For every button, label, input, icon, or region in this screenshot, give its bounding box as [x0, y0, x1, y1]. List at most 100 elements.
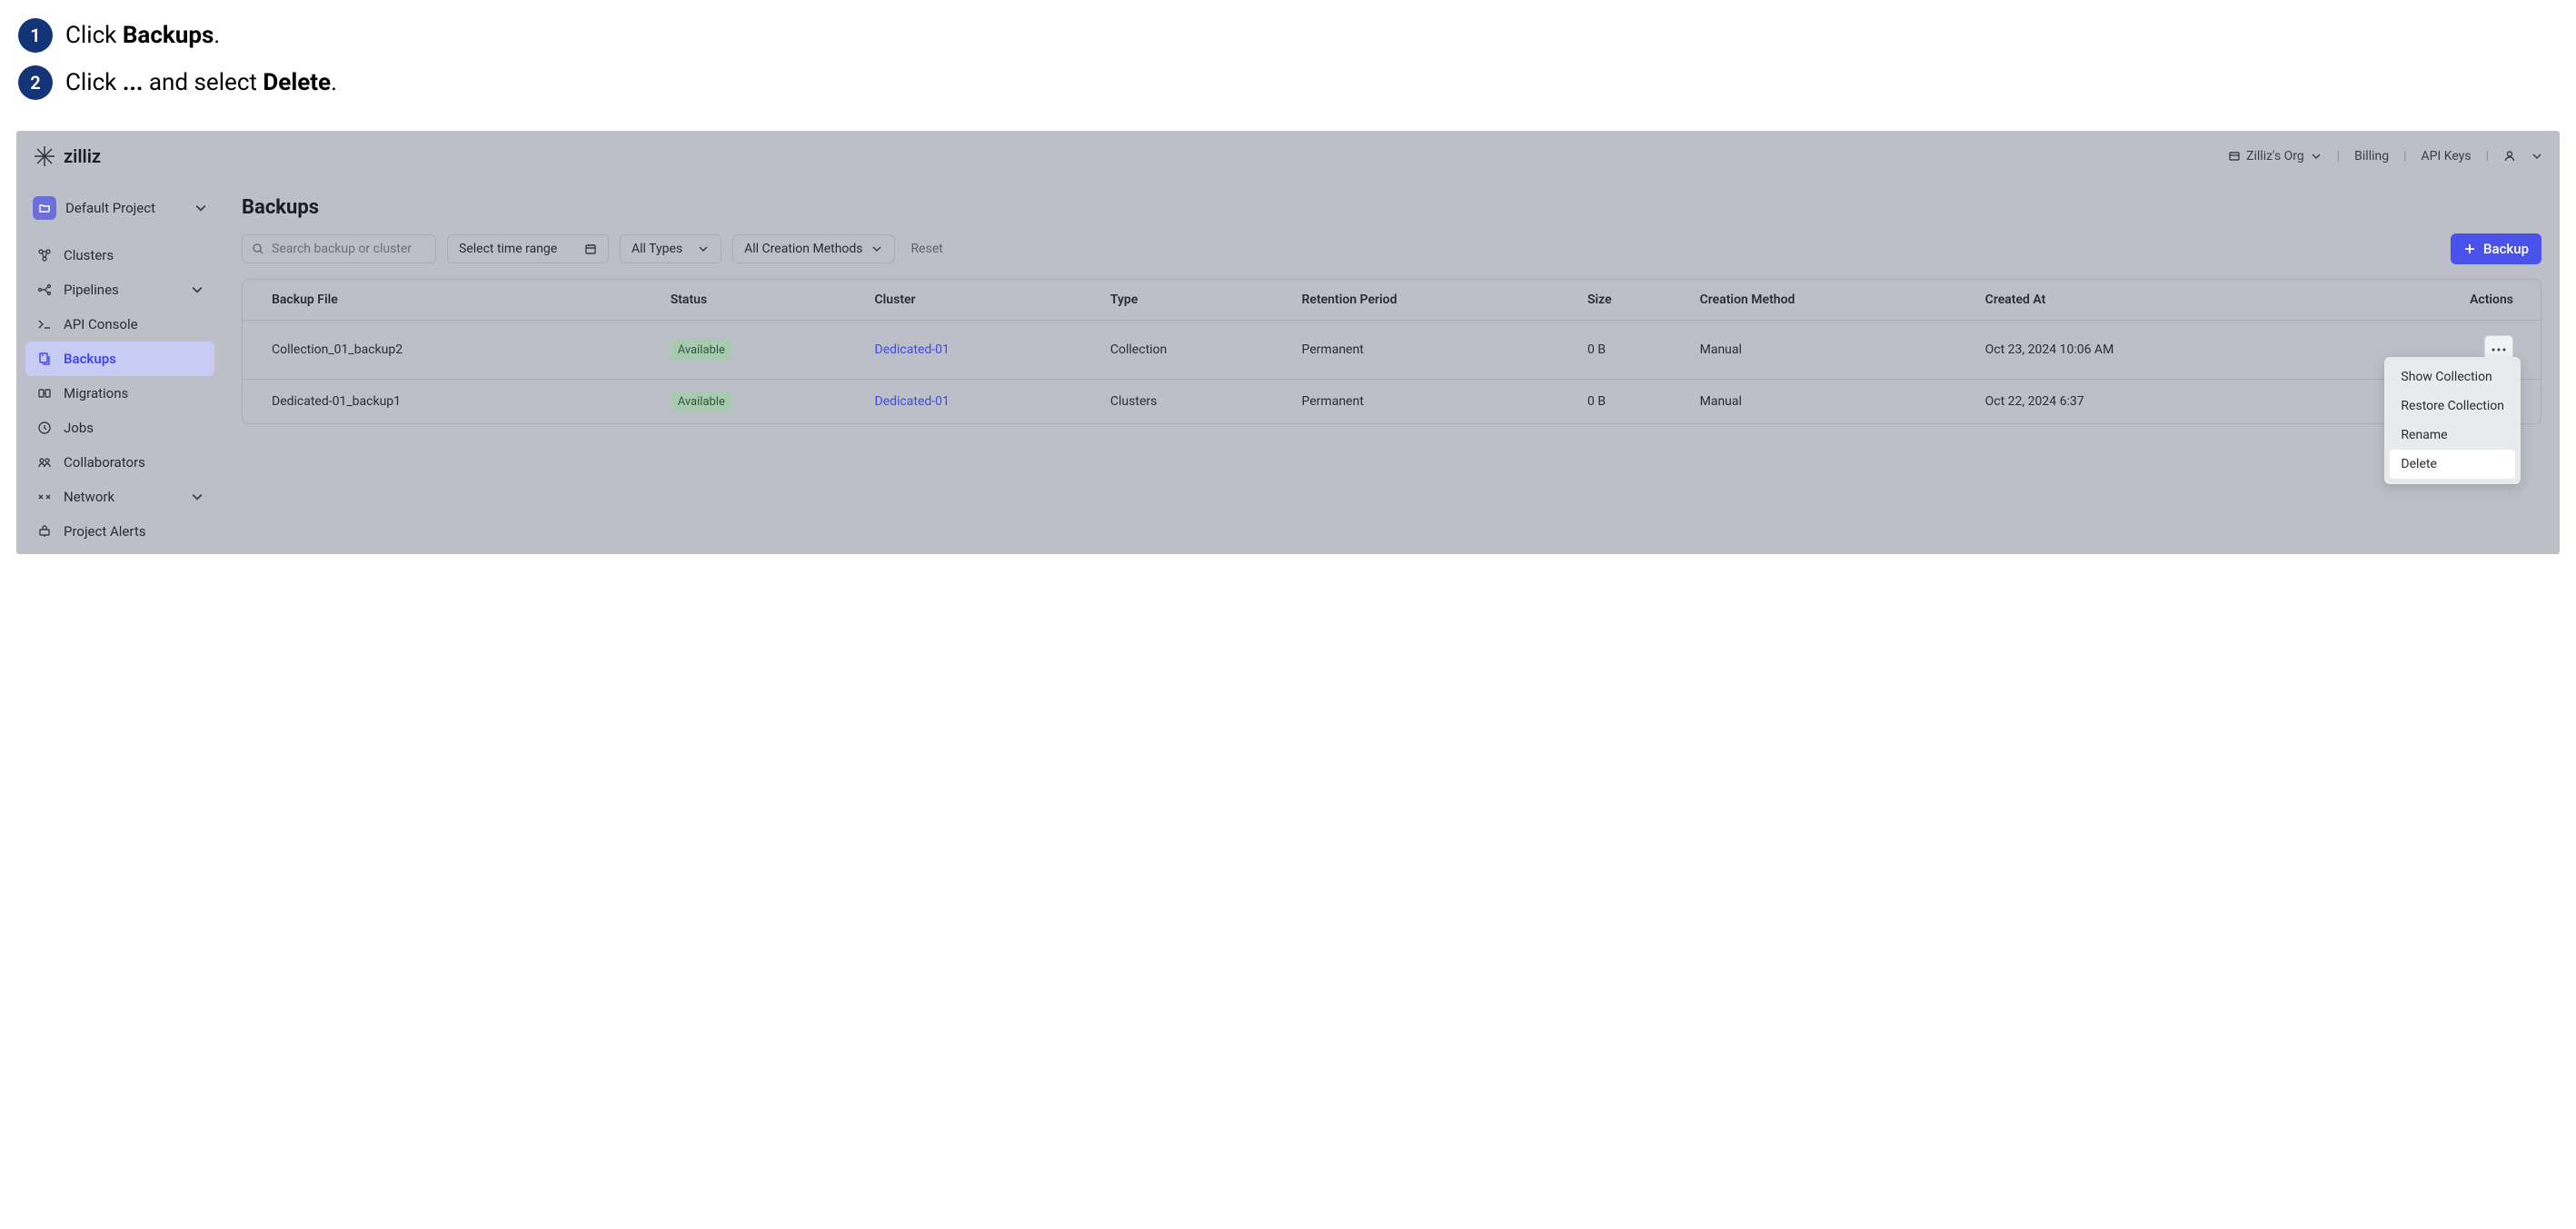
- cluster-link[interactable]: Dedicated-01: [875, 342, 950, 357]
- backups-table: Backup File Status Cluster Type Retentio…: [243, 280, 2541, 423]
- table-row: Collection_01_backup2 Available Dedicate…: [243, 321, 2541, 380]
- page-title: Backups: [242, 196, 2541, 219]
- instruction-step-2: 2 Click ... and select Delete.: [18, 65, 2558, 100]
- backups-icon: [36, 351, 53, 367]
- reset-button[interactable]: Reset: [906, 242, 949, 256]
- sidebar-item-project-alerts[interactable]: Project Alerts: [25, 514, 214, 549]
- collaborators-icon: [36, 454, 53, 471]
- topbar-right: Zilliz's Org | Billing | API Keys |: [2228, 149, 2543, 164]
- col-actions: Actions: [2342, 280, 2541, 321]
- sidebar-item-pipelines[interactable]: Pipelines: [25, 273, 214, 307]
- terminal-icon: [36, 316, 53, 332]
- cell-size: 0 B: [1576, 380, 1689, 424]
- ins2-d: Delete: [263, 69, 331, 96]
- types-dropdown[interactable]: All Types: [620, 234, 721, 263]
- sidebar-item-label: Migrations: [64, 385, 128, 401]
- plus-icon: [2463, 243, 2476, 255]
- sidebar-item-label: Pipelines: [64, 282, 119, 298]
- jobs-icon: [36, 420, 53, 436]
- instructions: 1 Click Backups. 2 Click ... and select …: [0, 0, 2576, 131]
- sidebar: Default Project Clusters Pipelines API C…: [16, 182, 224, 554]
- sidebar-item-collaborators[interactable]: Collaborators: [25, 445, 214, 480]
- ins1-a: Click: [65, 22, 123, 49]
- api-keys-link[interactable]: API Keys: [2422, 149, 2472, 164]
- chevron-down-icon: [697, 243, 710, 255]
- sidebar-item-label: Network: [64, 489, 114, 505]
- brand-logo-icon: [33, 144, 56, 168]
- ins2-a: Click: [65, 69, 123, 96]
- step-bullet-2: 2: [18, 65, 53, 100]
- sidebar-item-jobs[interactable]: Jobs: [25, 411, 214, 445]
- types-label: All Types: [632, 242, 682, 256]
- table-wrap: Backup File Status Cluster Type Retentio…: [242, 279, 2541, 424]
- brand[interactable]: zilliz: [33, 144, 101, 168]
- search-icon: [252, 243, 264, 255]
- col-size: Size: [1576, 280, 1689, 321]
- org-selector[interactable]: Zilliz's Org: [2228, 149, 2322, 164]
- col-created: Created At: [1974, 280, 2342, 321]
- clusters-icon: [36, 247, 53, 263]
- billing-link[interactable]: Billing: [2354, 149, 2389, 164]
- sidebar-item-api-console[interactable]: API Console: [25, 307, 214, 342]
- backup-button-label: Backup: [2483, 241, 2529, 257]
- step-bullet-1: 1: [18, 18, 53, 53]
- time-range-label: Select time range: [459, 242, 557, 256]
- chevron-down-icon: [191, 491, 204, 503]
- ins2-c: and select: [143, 69, 263, 96]
- ins2-b: ...: [123, 69, 144, 96]
- sidebar-item-label: Collaborators: [64, 454, 145, 471]
- sidebar-item-clusters[interactable]: Clusters: [25, 238, 214, 273]
- instruction-step-1: 1 Click Backups.: [18, 18, 2558, 53]
- toolbar: Select time range All Types All Creation…: [242, 233, 2541, 264]
- cell-retention: Permanent: [1291, 380, 1576, 424]
- sidebar-item-label: Clusters: [64, 247, 114, 263]
- folder-icon: [33, 196, 56, 220]
- context-menu: Show Collection Restore Collection Renam…: [2384, 357, 2521, 484]
- cell-created: Oct 23, 2024 10:06 AM: [1974, 321, 2342, 380]
- creation-methods-label: All Creation Methods: [744, 242, 862, 256]
- sidebar-item-migrations[interactable]: Migrations: [25, 376, 214, 411]
- col-file: Backup File: [243, 280, 660, 321]
- project-selector[interactable]: Default Project: [25, 187, 214, 229]
- ins1-b: Backups: [123, 22, 214, 49]
- sidebar-item-label: API Console: [64, 316, 138, 332]
- cell-file: Dedicated-01_backup1: [243, 380, 660, 424]
- project-name: Default Project: [65, 200, 185, 216]
- content: Backups Select time range All Types All …: [224, 182, 2560, 554]
- chevron-down-icon: [194, 202, 207, 214]
- status-badge: Available: [671, 391, 732, 412]
- col-type: Type: [1099, 280, 1291, 321]
- sidebar-item-network[interactable]: Network: [25, 480, 214, 514]
- search-input-wrap[interactable]: [242, 234, 436, 263]
- cell-size: 0 B: [1576, 321, 1689, 380]
- org-icon: [2228, 150, 2241, 163]
- table-row: Dedicated-01_backup1 Available Dedicated…: [243, 380, 2541, 424]
- calendar-icon: [584, 243, 597, 255]
- cell-cmethod: Manual: [1689, 380, 1974, 424]
- pipelines-icon: [36, 282, 53, 298]
- brand-name: zilliz: [64, 145, 101, 167]
- chevron-down-icon: [2310, 150, 2322, 163]
- sidebar-item-label: Backups: [64, 351, 116, 367]
- creation-methods-dropdown[interactable]: All Creation Methods: [732, 234, 894, 263]
- menu-restore-collection[interactable]: Restore Collection: [2390, 391, 2515, 421]
- sidebar-item-label: Project Alerts: [64, 523, 145, 540]
- backup-button[interactable]: Backup: [2451, 233, 2541, 264]
- menu-delete[interactable]: Delete: [2390, 450, 2515, 479]
- sidebar-item-backups[interactable]: Backups: [25, 342, 214, 376]
- user-menu[interactable]: [2503, 150, 2516, 163]
- cell-file: Collection_01_backup2: [243, 321, 660, 380]
- col-retention: Retention Period: [1291, 280, 1576, 321]
- cell-created: Oct 22, 2024 6:37: [1974, 380, 2342, 424]
- time-range-button[interactable]: Select time range: [447, 234, 609, 263]
- chevron-down-icon: [191, 283, 204, 296]
- cell-retention: Permanent: [1291, 321, 1576, 380]
- cell-type: Clusters: [1099, 380, 1291, 424]
- search-input[interactable]: [272, 242, 426, 256]
- cluster-link[interactable]: Dedicated-01: [875, 394, 950, 409]
- col-cmethod: Creation Method: [1689, 280, 1974, 321]
- menu-show-collection[interactable]: Show Collection: [2390, 362, 2515, 391]
- org-name: Zilliz's Org: [2246, 149, 2304, 164]
- menu-rename[interactable]: Rename: [2390, 421, 2515, 450]
- network-icon: [36, 489, 53, 505]
